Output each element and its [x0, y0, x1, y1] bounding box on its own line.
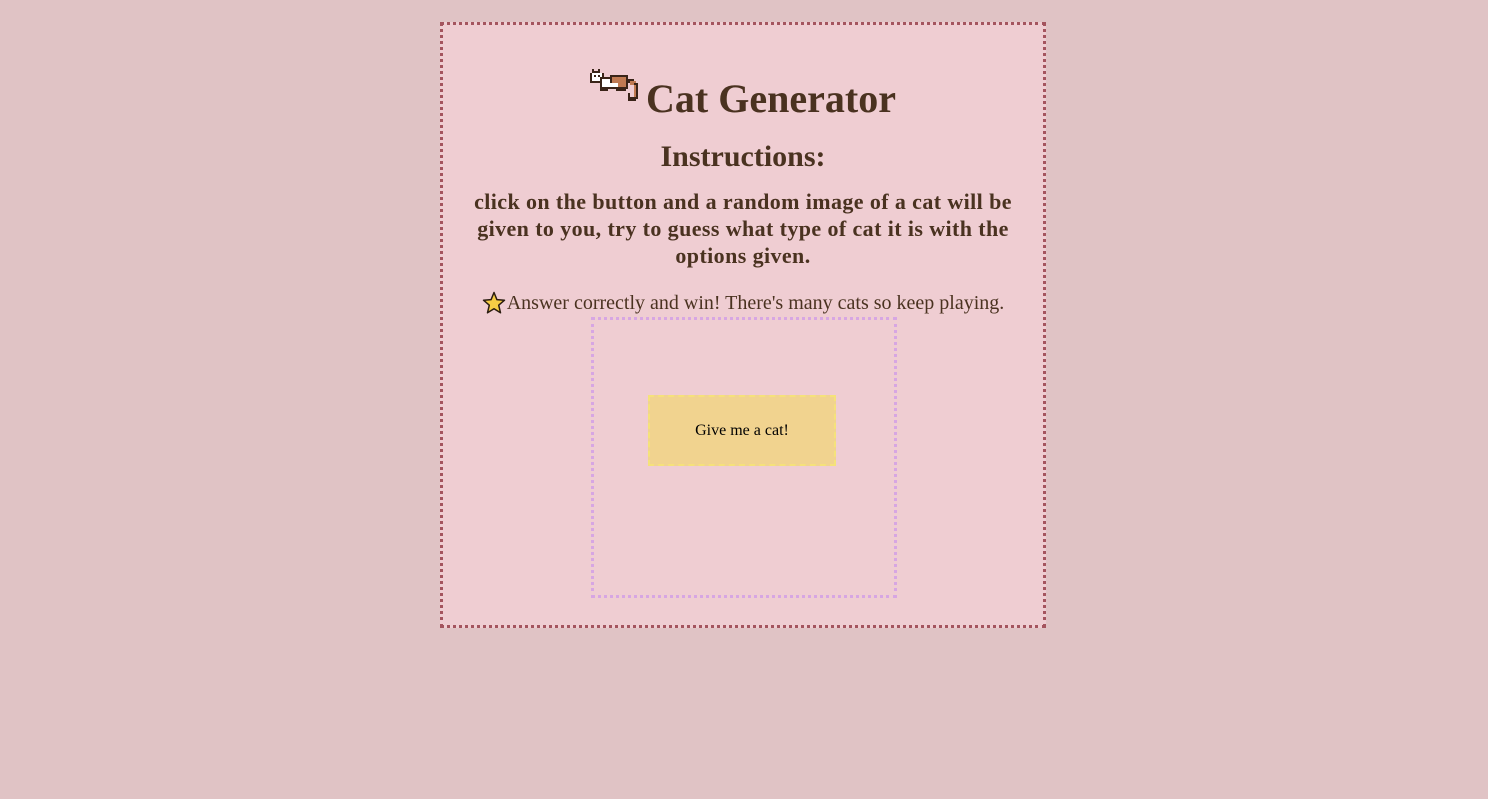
- instructions-text: click on the button and a random image o…: [474, 189, 1012, 268]
- give-cat-button[interactable]: Give me a cat!: [648, 395, 836, 466]
- star-icon: [482, 291, 505, 314]
- tip-row: Answer correctly and win! There's many c…: [443, 291, 1043, 315]
- title-row: Cat Generator: [443, 69, 1043, 125]
- pixel-cat-icon: [590, 69, 639, 101]
- main-card: Cat Generator Instructions: click on the…: [440, 22, 1046, 628]
- tip-text: Answer correctly and win! There's many c…: [506, 291, 1005, 314]
- page-title: Cat Generator: [646, 76, 896, 121]
- instructions-heading: Instructions:: [660, 140, 826, 173]
- game-area: Give me a cat!: [591, 317, 897, 598]
